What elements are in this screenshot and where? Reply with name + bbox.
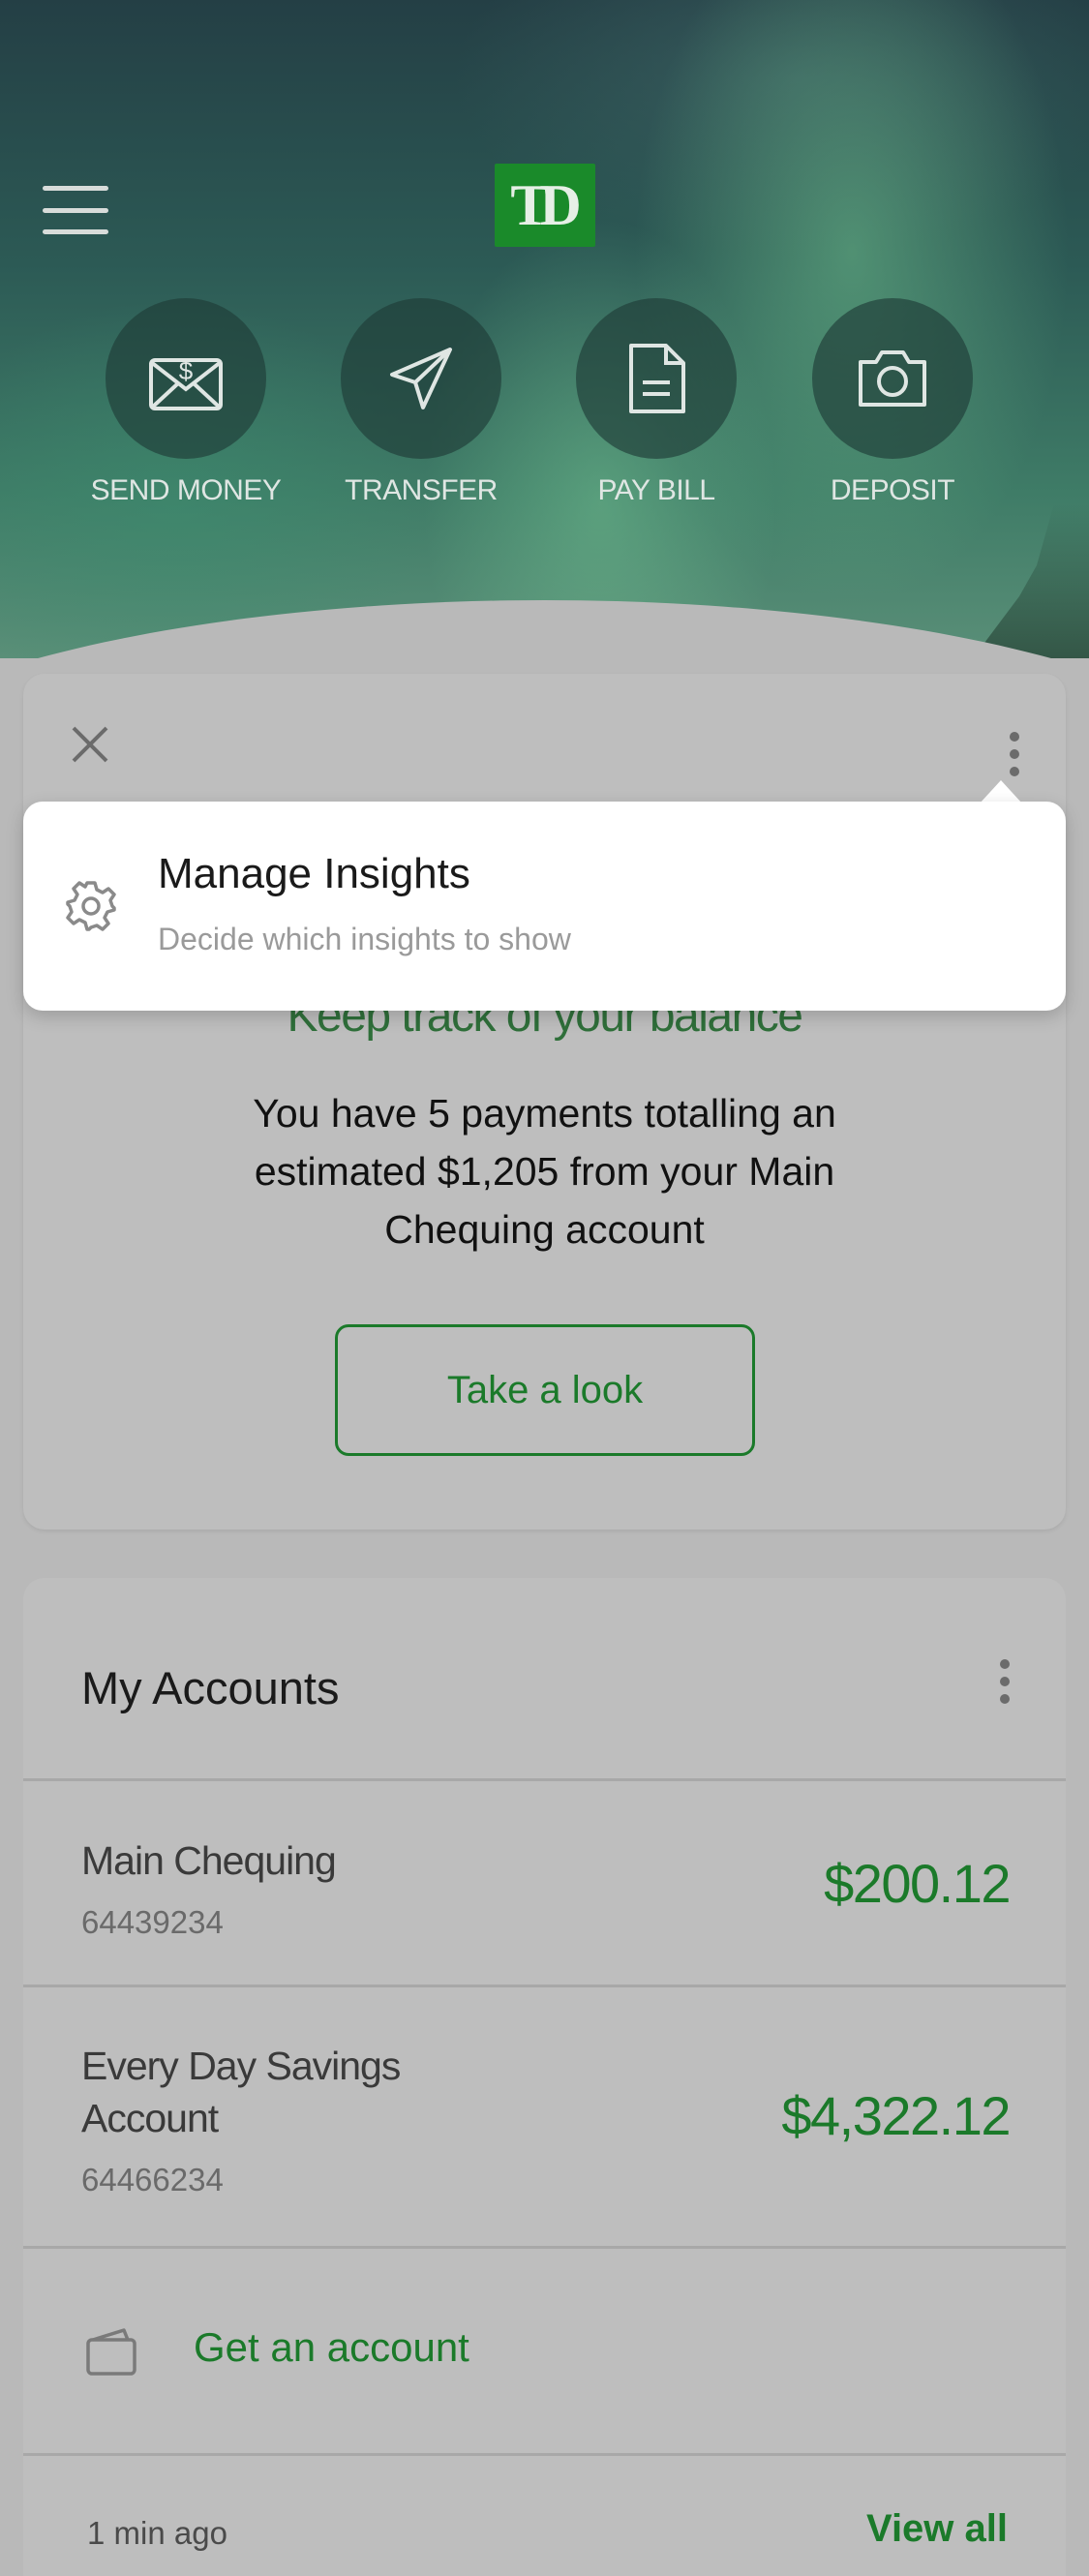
account-number: 64466234 (81, 2162, 224, 2197)
account-balance: $200.12 (824, 1853, 1011, 1914)
pay-bill-button[interactable]: PAY BILL (550, 298, 763, 507)
header-curve (0, 600, 1089, 658)
paper-plane-icon (341, 298, 501, 459)
more-vertical-icon[interactable] (1008, 732, 1021, 780)
account-balance: $4,322.12 (781, 2085, 1011, 2146)
hamburger-menu-icon[interactable] (43, 186, 108, 234)
account-row-every-day-savings[interactable]: Every Day Savings Account 64466234 $4,32… (23, 1987, 1066, 2249)
take-a-look-button[interactable]: Take a look (335, 1324, 755, 1456)
last-updated: 1 min ago (87, 2515, 227, 2551)
popover-subtitle: Decide which insights to show (158, 922, 571, 956)
send-money-button[interactable]: $ SEND MONEY (79, 298, 292, 507)
deposit-label: DEPOSIT (830, 474, 955, 506)
gear-icon (64, 879, 118, 933)
svg-text:$: $ (179, 356, 194, 385)
get-an-account-row[interactable]: Get an account (23, 2249, 1066, 2456)
send-money-label: SEND MONEY (90, 474, 282, 506)
account-name: Main Chequing (81, 1838, 337, 1883)
transfer-button[interactable]: TRANSFER (315, 298, 528, 507)
document-icon (576, 298, 737, 459)
my-accounts-card: My Accounts Main Chequing 64439234 $200.… (23, 1578, 1066, 2576)
envelope-dollar-icon: $ (106, 298, 266, 459)
account-number: 64439234 (81, 1904, 224, 1940)
more-vertical-icon[interactable] (998, 1659, 1012, 1713)
quick-actions: $ SEND MONEY TRANSFER PAY BILL DEPOSIT (0, 298, 1089, 521)
pay-bill-label: PAY BILL (597, 474, 715, 506)
tree-silhouette (973, 503, 1089, 658)
td-logo: TD (495, 164, 595, 247)
popover-title: Manage Insights (158, 850, 470, 897)
manage-insights-menu-item[interactable]: Manage Insights Decide which insights to… (23, 802, 1066, 1011)
insight-body: You have 5 payments totalling an estimat… (253, 1091, 836, 1252)
account-row-main-chequing[interactable]: Main Chequing 64439234 $200.12 (23, 1784, 1066, 1987)
popover-arrow (980, 780, 1022, 803)
get-an-account-label: Get an account (194, 2324, 469, 2370)
accounts-title: My Accounts (81, 1662, 340, 1713)
close-icon[interactable] (68, 722, 112, 767)
camera-icon (812, 298, 973, 459)
transfer-label: TRANSFER (345, 474, 498, 506)
manage-insights-popover: Manage Insights Decide which insights to… (23, 802, 1066, 1011)
wallet-icon (85, 2326, 137, 2377)
header-banner: TD $ SEND MONEY TRANSFER PAY BILL DEPOSI… (0, 0, 1089, 658)
view-all-link[interactable]: View all (866, 2507, 1008, 2551)
accounts-header: My Accounts (23, 1578, 1066, 1781)
deposit-button[interactable]: DEPOSIT (786, 298, 999, 507)
account-name: Every Day Savings Account (81, 2044, 401, 2140)
